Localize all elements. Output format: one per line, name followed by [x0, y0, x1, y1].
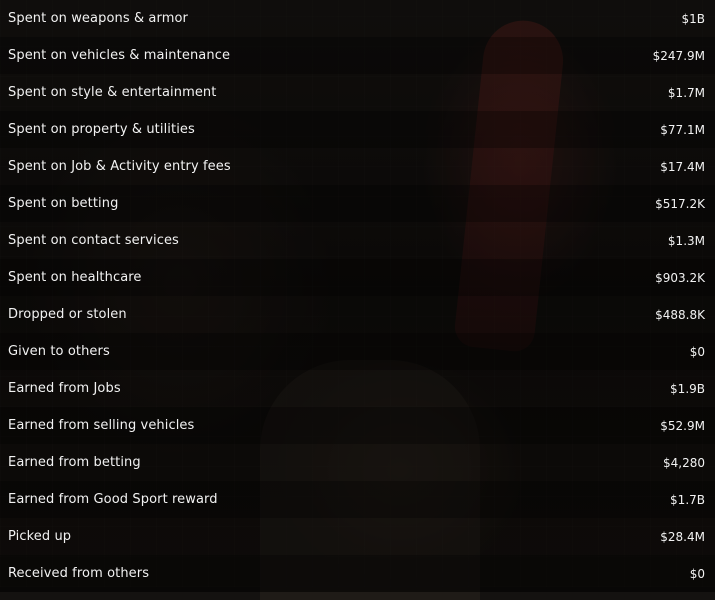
- stat-row-picked-up: Picked up $28.4M: [0, 518, 715, 555]
- stat-value: $77.1M: [660, 122, 705, 137]
- stat-value: $1.7B: [670, 492, 705, 507]
- stat-row-style-entertainment: Spent on style & entertainment $1.7M: [0, 74, 715, 111]
- stat-label: Spent on Job & Activity entry fees: [8, 159, 231, 174]
- stat-row-earned-selling-vehicles: Earned from selling vehicles $52.9M: [0, 407, 715, 444]
- stat-row-weapons-armor: Spent on weapons & armor $1B: [0, 0, 715, 37]
- stat-value: $17.4M: [660, 159, 705, 174]
- stat-label: Received from others: [8, 566, 150, 581]
- stat-value: $1B: [681, 11, 705, 26]
- stat-value: $1.9B: [670, 381, 705, 396]
- stat-value: $1.3M: [667, 233, 705, 248]
- stat-row-good-sport-reward: Earned from Good Sport reward $1.7B: [0, 481, 715, 518]
- stat-row-contact-services: Spent on contact services $1.3M: [0, 222, 715, 259]
- stat-row-earned-jobs: Earned from Jobs $1.9B: [0, 370, 715, 407]
- stat-label: Spent on vehicles & maintenance: [8, 48, 231, 63]
- stat-value: $903.2K: [655, 270, 705, 285]
- stat-label: Spent on property & utilities: [8, 122, 195, 137]
- stat-value: $517.2K: [655, 196, 705, 211]
- stat-label: Spent on style & entertainment: [8, 85, 217, 100]
- stat-label: Given to others: [8, 344, 110, 359]
- stat-label: Spent on contact services: [8, 233, 179, 248]
- stat-value: $488.8K: [655, 307, 705, 322]
- stat-value: $0: [689, 344, 705, 359]
- stat-label: Earned from betting: [8, 455, 141, 470]
- stat-row-spent-betting: Spent on betting $517.2K: [0, 185, 715, 222]
- stat-label: Picked up: [8, 529, 72, 544]
- stat-row-dropped-stolen: Dropped or stolen $488.8K: [0, 296, 715, 333]
- stat-row-vehicles-maintenance: Spent on vehicles & maintenance $247.9M: [0, 37, 715, 74]
- stat-value: $247.9M: [652, 48, 705, 63]
- stat-row-given-to-others: Given to others $0: [0, 333, 715, 370]
- stat-value: $1.7M: [667, 85, 705, 100]
- stat-label: Earned from Jobs: [8, 381, 121, 396]
- stat-label: Dropped or stolen: [8, 307, 127, 322]
- stats-list: Spent on weapons & armor $1B Spent on ve…: [0, 0, 715, 592]
- stat-row-earned-betting: Earned from betting $4,280: [0, 444, 715, 481]
- stat-value: $0: [689, 566, 705, 581]
- stat-row-healthcare: Spent on healthcare $903.2K: [0, 259, 715, 296]
- stat-label: Earned from Good Sport reward: [8, 492, 218, 507]
- stat-label: Spent on weapons & armor: [8, 11, 188, 26]
- stat-label: Spent on healthcare: [8, 270, 142, 285]
- stat-value: $28.4M: [660, 529, 705, 544]
- stat-value: $52.9M: [660, 418, 705, 433]
- stat-value: $4,280: [663, 455, 705, 470]
- stat-label: Spent on betting: [8, 196, 119, 211]
- stat-row-received-from-others: Received from others $0: [0, 555, 715, 592]
- stat-row-property-utilities: Spent on property & utilities $77.1M: [0, 111, 715, 148]
- stat-row-entry-fees: Spent on Job & Activity entry fees $17.4…: [0, 148, 715, 185]
- stat-label: Earned from selling vehicles: [8, 418, 195, 433]
